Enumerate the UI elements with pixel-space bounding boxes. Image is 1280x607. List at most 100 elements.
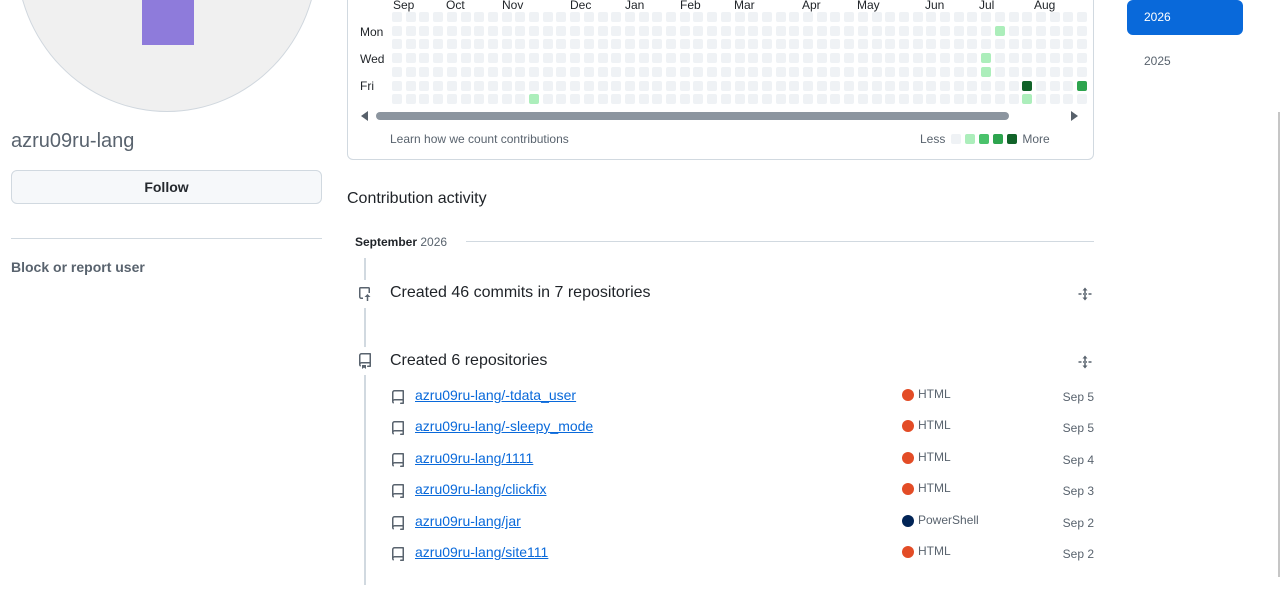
- contribution-day[interactable]: [761, 66, 772, 77]
- contribution-day[interactable]: [707, 94, 718, 105]
- contribution-day[interactable]: [529, 25, 539, 36]
- contribution-day[interactable]: [748, 12, 759, 22]
- contribution-day[interactable]: [981, 94, 992, 105]
- contribution-day[interactable]: [967, 39, 978, 50]
- contribution-day[interactable]: [1077, 94, 1087, 105]
- contribution-day[interactable]: [994, 39, 1005, 50]
- contribution-day[interactable]: [953, 66, 964, 77]
- contribution-day[interactable]: [542, 25, 553, 36]
- contribution-day[interactable]: [830, 66, 841, 77]
- contribution-day[interactable]: [912, 12, 923, 22]
- contribution-day[interactable]: [898, 80, 909, 91]
- contribution-day[interactable]: [926, 39, 937, 50]
- contribution-day[interactable]: [994, 80, 1005, 91]
- contribution-day[interactable]: [611, 94, 622, 105]
- contribution-day[interactable]: [487, 12, 498, 22]
- contribution-day[interactable]: [898, 39, 909, 50]
- year-button-2026[interactable]: 2026: [1127, 0, 1243, 35]
- contribution-day[interactable]: [1008, 12, 1019, 22]
- contribution-day[interactable]: [1022, 94, 1033, 105]
- contribution-day[interactable]: [830, 39, 841, 50]
- contribution-day[interactable]: [871, 94, 882, 105]
- contribution-day[interactable]: [1049, 66, 1060, 77]
- contribution-day[interactable]: [1035, 94, 1046, 105]
- repo-link[interactable]: azru09ru-lang/-tdata_user: [415, 387, 576, 403]
- contribution-day[interactable]: [666, 94, 676, 105]
- contribution-day[interactable]: [789, 80, 800, 91]
- repo-link[interactable]: azru09ru-lang/-sleepy_mode: [415, 418, 593, 434]
- contribution-day[interactable]: [981, 12, 992, 22]
- contribution-day[interactable]: [1035, 53, 1046, 64]
- contribution-day[interactable]: [967, 25, 978, 36]
- contribution-day[interactable]: [460, 39, 471, 50]
- year-button-2025[interactable]: 2025: [1127, 44, 1243, 79]
- contribution-day[interactable]: [624, 80, 635, 91]
- contribution-day[interactable]: [652, 39, 663, 50]
- contribution-day[interactable]: [679, 80, 690, 91]
- contribution-day[interactable]: [953, 80, 964, 91]
- contribution-day[interactable]: [583, 53, 594, 64]
- contribution-day[interactable]: [898, 53, 909, 64]
- contribution-day[interactable]: [501, 53, 512, 64]
- contribution-day[interactable]: [405, 80, 416, 91]
- contribution-day[interactable]: [857, 39, 868, 50]
- contribution-day[interactable]: [720, 80, 731, 91]
- contribution-day[interactable]: [775, 94, 786, 105]
- contribution-day[interactable]: [529, 66, 539, 77]
- contribution-day[interactable]: [761, 39, 772, 50]
- contribution-day[interactable]: [830, 80, 841, 91]
- contribution-day[interactable]: [1077, 12, 1087, 22]
- contribution-day[interactable]: [570, 12, 581, 22]
- contribution-day[interactable]: [515, 53, 526, 64]
- contribution-day[interactable]: [679, 12, 690, 22]
- contribution-day[interactable]: [885, 53, 896, 64]
- contribution-day[interactable]: [392, 25, 402, 36]
- contribution-day[interactable]: [1063, 12, 1074, 22]
- contribution-day[interactable]: [1049, 53, 1060, 64]
- contribution-day[interactable]: [775, 39, 786, 50]
- contribution-day[interactable]: [1035, 39, 1046, 50]
- contribution-day[interactable]: [433, 66, 444, 77]
- contribution-day[interactable]: [652, 94, 663, 105]
- contribution-day[interactable]: [433, 39, 444, 50]
- contribution-day[interactable]: [967, 53, 978, 64]
- contribution-day[interactable]: [529, 94, 539, 105]
- contribution-day[interactable]: [1077, 80, 1087, 91]
- contribution-day[interactable]: [583, 39, 594, 50]
- contribution-day[interactable]: [707, 80, 718, 91]
- contribution-day[interactable]: [789, 12, 800, 22]
- contribution-day[interactable]: [981, 39, 992, 50]
- contribution-day[interactable]: [583, 80, 594, 91]
- scroll-right-arrow-icon[interactable]: [1071, 111, 1078, 121]
- contribution-day[interactable]: [597, 94, 608, 105]
- contribution-day[interactable]: [761, 94, 772, 105]
- contribution-day[interactable]: [1022, 39, 1033, 50]
- contribution-day[interactable]: [748, 80, 759, 91]
- contribution-day[interactable]: [570, 53, 581, 64]
- contribution-day[interactable]: [433, 80, 444, 91]
- contribution-day[interactable]: [734, 94, 745, 105]
- contribution-day[interactable]: [967, 66, 978, 77]
- contribution-day[interactable]: [953, 39, 964, 50]
- contribution-day[interactable]: [419, 12, 430, 22]
- contribution-day[interactable]: [857, 53, 868, 64]
- contribution-day[interactable]: [693, 94, 704, 105]
- contribution-day[interactable]: [1022, 66, 1033, 77]
- contribution-day[interactable]: [885, 39, 896, 50]
- contribution-day[interactable]: [597, 80, 608, 91]
- contribution-day[interactable]: [912, 80, 923, 91]
- contribution-day[interactable]: [693, 12, 704, 22]
- contribution-day[interactable]: [775, 80, 786, 91]
- contribution-day[interactable]: [460, 53, 471, 64]
- contribution-day[interactable]: [720, 12, 731, 22]
- contribution-day[interactable]: [666, 25, 676, 36]
- contribution-day[interactable]: [460, 80, 471, 91]
- contribution-day[interactable]: [789, 53, 800, 64]
- contribution-day[interactable]: [419, 66, 430, 77]
- contribution-day[interactable]: [926, 53, 937, 64]
- contribution-day[interactable]: [830, 94, 841, 105]
- contribution-day[interactable]: [1049, 94, 1060, 105]
- contribution-day[interactable]: [734, 39, 745, 50]
- contribution-day[interactable]: [940, 39, 950, 50]
- contribution-day[interactable]: [898, 94, 909, 105]
